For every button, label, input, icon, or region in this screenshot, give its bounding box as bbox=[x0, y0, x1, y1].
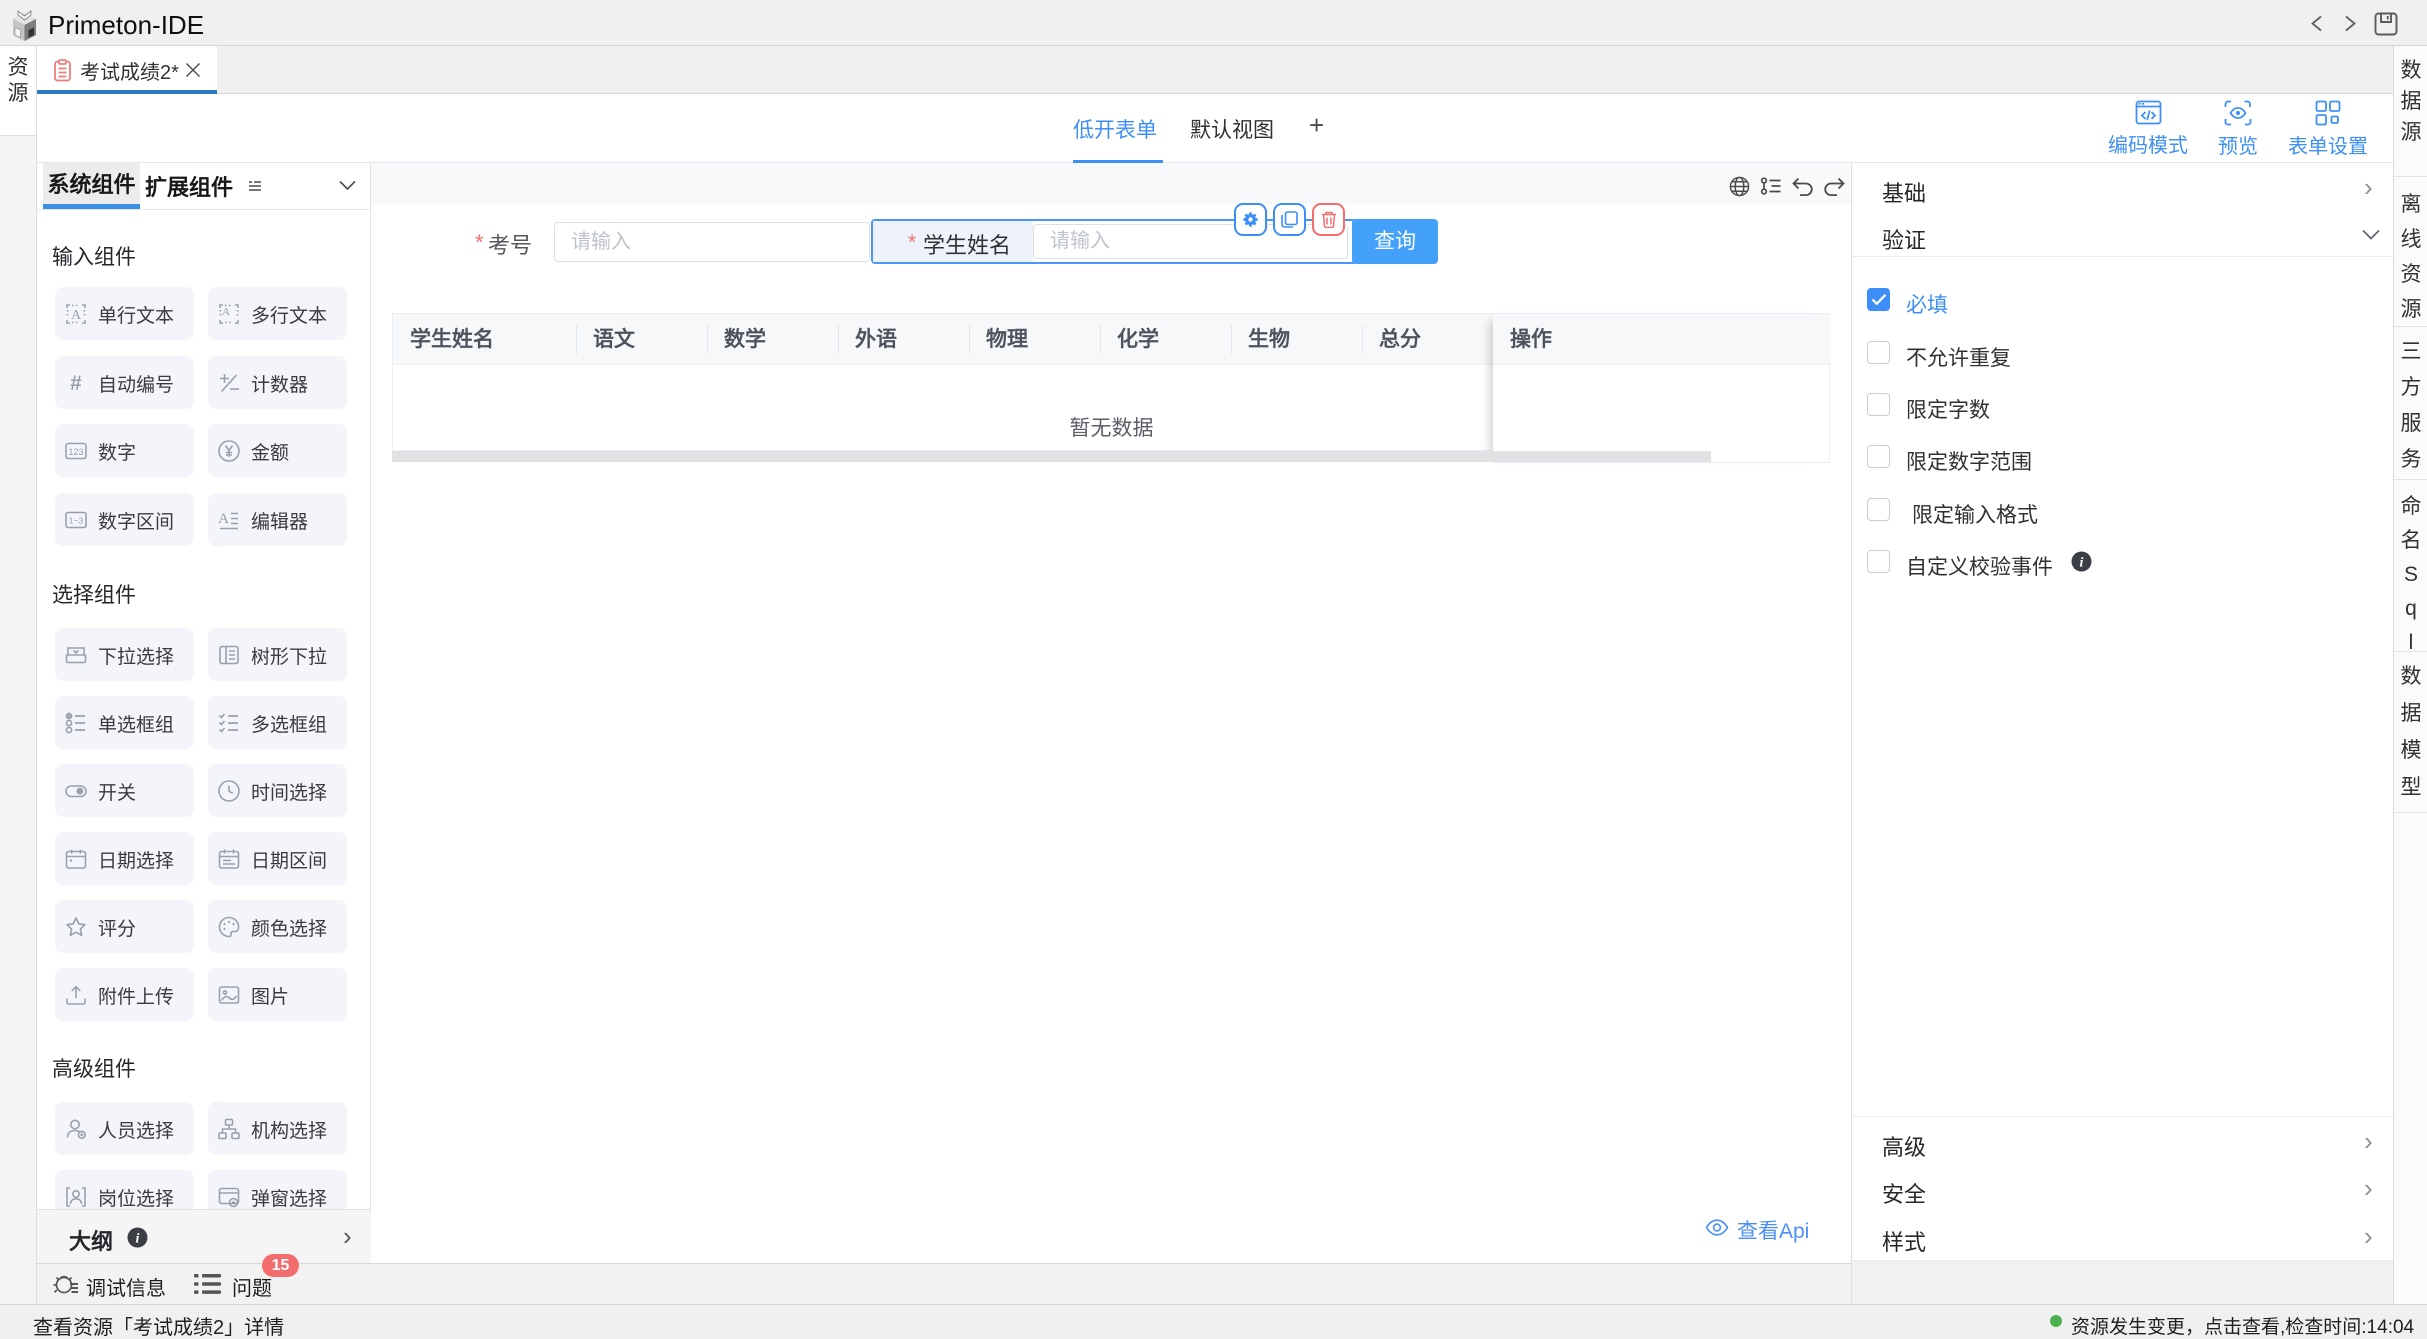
svg-text:123: 123 bbox=[68, 447, 83, 457]
svg-text:A: A bbox=[222, 306, 230, 318]
svg-text:i: i bbox=[136, 1232, 140, 1247]
svg-text:1~3: 1~3 bbox=[69, 516, 84, 526]
svg-text:i: i bbox=[2080, 556, 2084, 571]
svg-text:A: A bbox=[71, 308, 82, 323]
svg-text:A: A bbox=[218, 511, 229, 527]
svg-text:#: # bbox=[70, 372, 82, 395]
